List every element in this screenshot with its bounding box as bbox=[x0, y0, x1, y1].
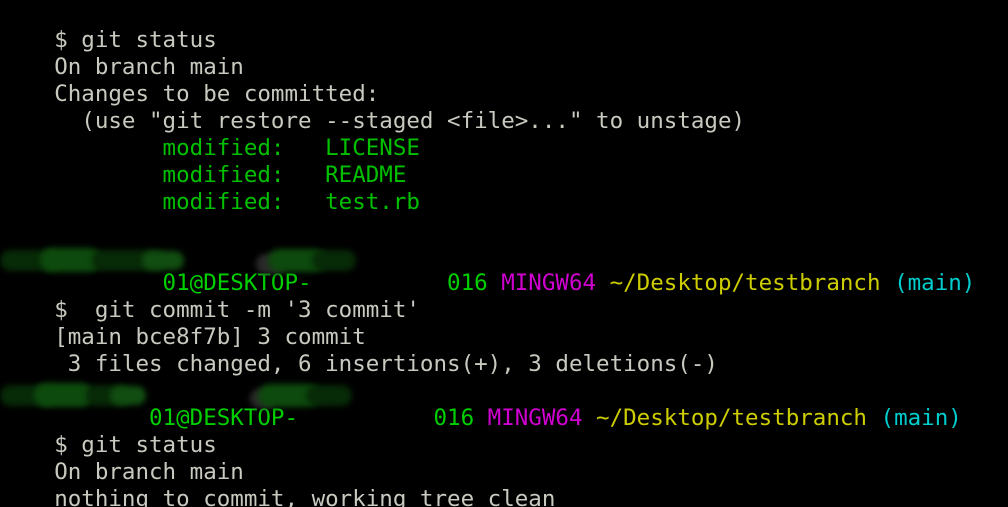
terminal-line-modified-testrb: modified: test.rb bbox=[0, 162, 1008, 215]
terminal-line-nothing-to-commit: nothing to commit, working tree clean bbox=[0, 459, 1008, 507]
terminal-line-git-status-2: $ git status bbox=[0, 405, 1008, 458]
output-nothing-to-commit: nothing to commit, working tree clean bbox=[54, 486, 556, 507]
terminal-line-commit-result: [main bce8f7b] 3 commit bbox=[0, 297, 1008, 350]
output-commit-stats: 3 files changed, 6 insertions(+), 3 dele… bbox=[54, 351, 718, 377]
terminal-line-commit-stats: 3 files changed, 6 insertions(+), 3 dele… bbox=[0, 324, 1008, 377]
terminal-prompt-line-1: 01@DESKTOP- 016 MINGW64 ~/Desktop/testbr… bbox=[0, 243, 1008, 296]
modified-file-testrb: test.rb bbox=[325, 189, 420, 215]
terminal-line-git-commit: $ git commit -m '3 commit' bbox=[0, 270, 1008, 323]
terminal-line-on-branch-main-2: On branch main bbox=[0, 432, 1008, 485]
terminal-prompt-line-2: 01@DESKTOP- 016 MINGW64 ~/Desktop/testbr… bbox=[0, 378, 1008, 431]
terminal-line-modified-license: modified: LICENSE bbox=[0, 108, 1008, 161]
terminal-window[interactable]: $ git status On branch main Changes to b… bbox=[0, 0, 1008, 507]
terminal-line-changes-to-be-committed: Changes to be committed: bbox=[0, 54, 1008, 107]
terminal-line-modified-readme: modified: README bbox=[0, 135, 1008, 188]
terminal-line-use-git-restore-hint: (use "git restore --staged <file>..." to… bbox=[0, 81, 1008, 134]
modified-label-testrb: modified: bbox=[54, 189, 326, 215]
terminal-line-git-status-1: $ git status bbox=[0, 0, 1008, 53]
terminal-line-on-branch-main-1: On branch main bbox=[0, 27, 1008, 80]
